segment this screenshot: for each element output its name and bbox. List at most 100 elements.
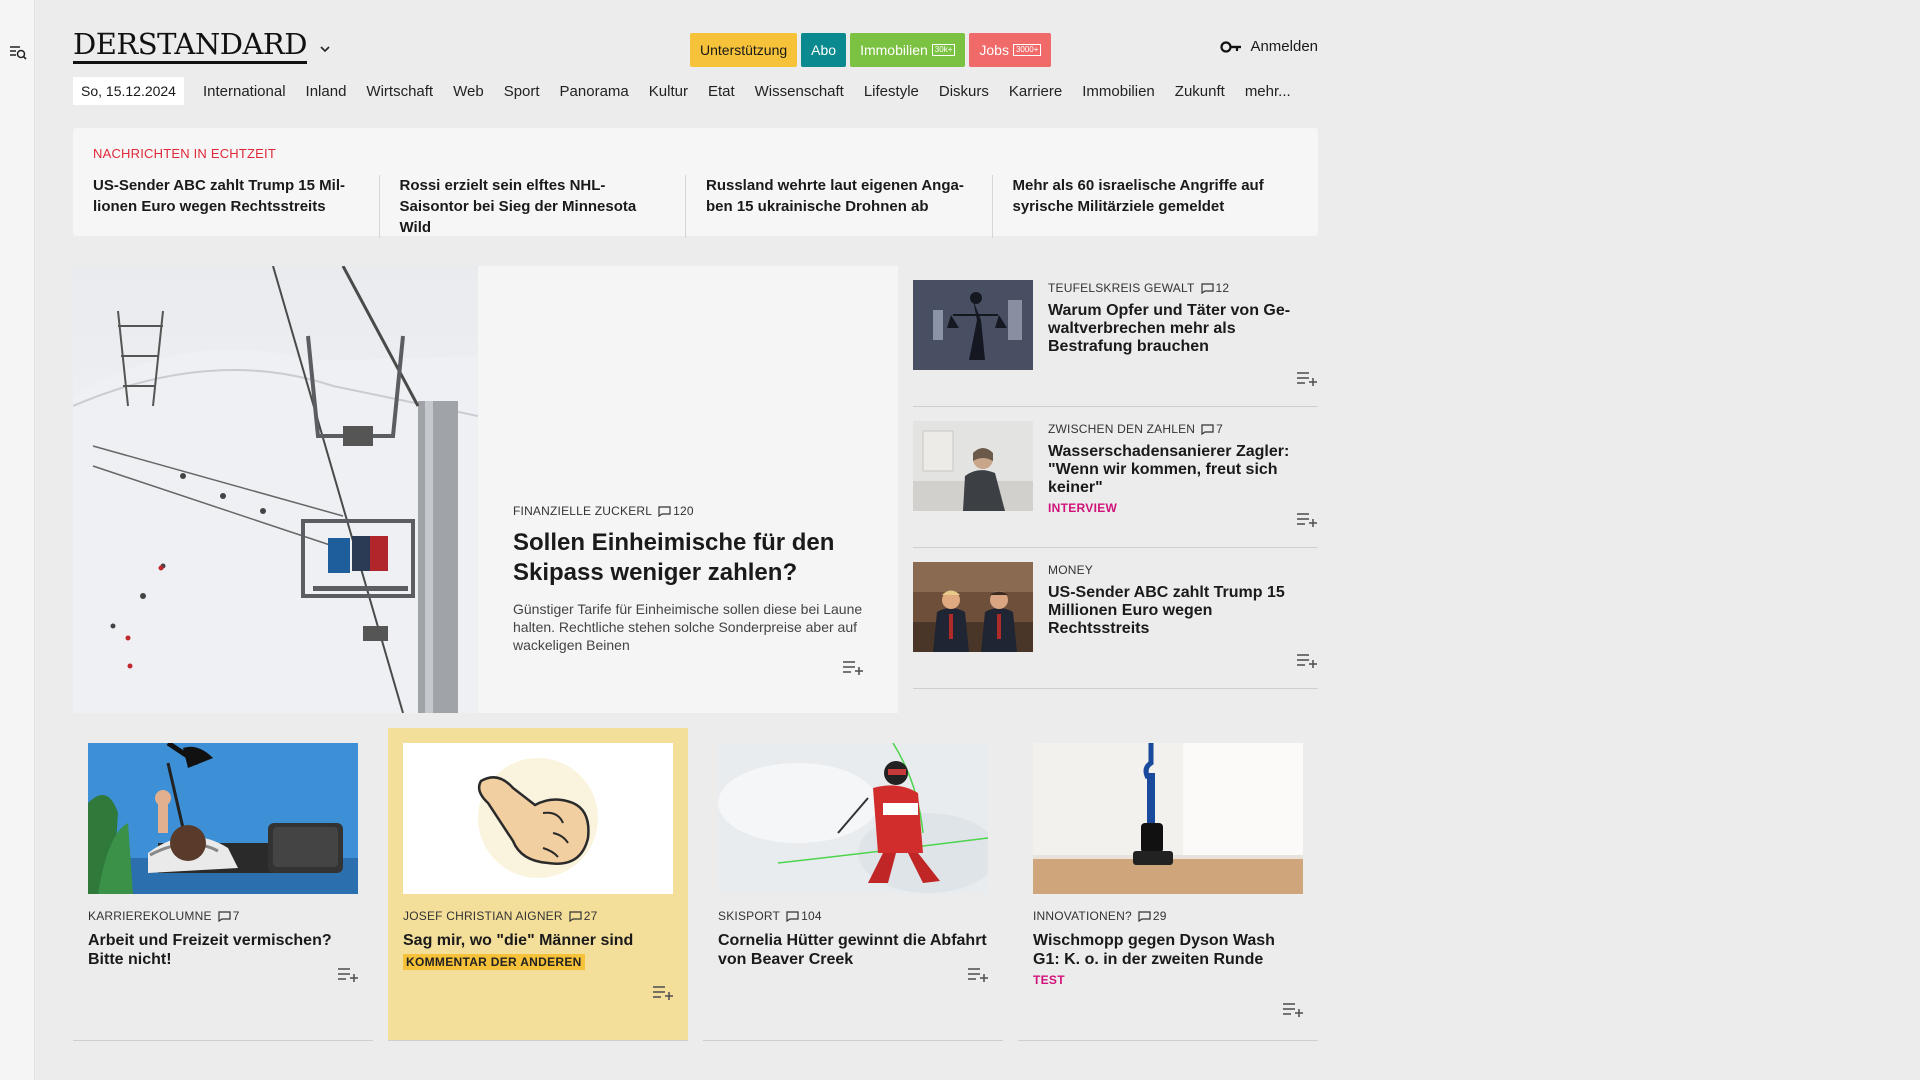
- side-article[interactable]: ZWISCHEN DEN ZAHLEN 7 Wasserschadensanie…: [913, 407, 1318, 548]
- nav-international[interactable]: International: [193, 83, 296, 100]
- interview-tag: INTERVIEW: [1048, 501, 1118, 515]
- comment-icon: [658, 505, 671, 517]
- pill-jobs[interactable]: Jobs 3000+: [969, 33, 1052, 67]
- card-text: KARRIEREKOLUMNE 7 Arbeit und Freizeit ve…: [88, 909, 358, 969]
- lead-image-ski-lift: [73, 266, 478, 713]
- nav-karriere[interactable]: Karriere: [999, 83, 1072, 100]
- chevron-down-icon[interactable]: [318, 42, 332, 56]
- comment-count[interactable]: 120: [658, 504, 694, 518]
- side-article[interactable]: MONEY US-Sender ABC zahlt Trump 15 Milli…: [913, 548, 1318, 689]
- comment-count[interactable]: 29: [1138, 909, 1167, 923]
- add-to-list-icon[interactable]: [1296, 511, 1318, 527]
- nav-kultur[interactable]: Kultur: [639, 83, 698, 100]
- thumb-trump-event: [913, 562, 1033, 652]
- card-text: INNOVATIONEN? 29 Wischmopp gegen Dyson W…: [1033, 909, 1303, 987]
- comment-count[interactable]: 27: [569, 909, 598, 923]
- live-news-box: NACHRICHTEN IN ECHTZEIT US-Sender ABC za…: [73, 128, 1318, 238]
- side-headline[interactable]: US-Sender ABC zahlt Trump 15 Millionen E…: [1048, 584, 1313, 638]
- comment-number: 29: [1152, 909, 1167, 923]
- card-kicker: SKISPORT 104: [718, 909, 988, 923]
- article-card[interactable]: INNOVATIONEN? 29 Wischmopp gegen Dyson W…: [1018, 728, 1318, 1041]
- add-to-list-icon[interactable]: [1296, 370, 1318, 386]
- card-image-tired-worker: [88, 743, 358, 894]
- pill-immobilien[interactable]: Immobilien 30k+: [850, 33, 966, 67]
- comment-count[interactable]: 7: [1201, 422, 1223, 436]
- comment-count[interactable]: 7: [218, 909, 240, 923]
- pill-abo[interactable]: Abo: [801, 33, 847, 67]
- kicker-label: INNOVATIONEN?: [1033, 909, 1132, 923]
- comment-count[interactable]: 12: [1200, 281, 1230, 295]
- side-article[interactable]: TEUFELSKREIS GEWALT 12 Warum Opfer und T…: [913, 266, 1318, 407]
- nav-immobilien[interactable]: Immobilien: [1072, 83, 1165, 100]
- nav-etat[interactable]: Etat: [698, 83, 745, 100]
- kicker-label: KARRIEREKOLUMNE: [88, 909, 212, 923]
- article-cards-row: KARRIEREKOLUMNE 7 Arbeit und Freizeit ve…: [73, 728, 1318, 1041]
- login-label: Anmelden: [1250, 38, 1318, 55]
- live-news-item[interactable]: Rossi erzielt sein elftes NHL-Saisontor …: [378, 175, 686, 238]
- side-headline[interactable]: Warum Opfer und Täter von Ge­waltverbrec…: [1048, 302, 1313, 356]
- lead-article[interactable]: FINANZIELLE ZUCKERL 120 Sollen Einheimis…: [73, 266, 898, 713]
- card-kicker: KARRIEREKOLUMNE 7: [88, 909, 358, 923]
- add-to-list-icon[interactable]: [1282, 1001, 1304, 1017]
- card-text: SKISPORT 104 Cornelia Hütter gewinnt die…: [718, 909, 988, 969]
- live-news-label: NACHRICHTEN IN ECHTZEIT: [93, 146, 276, 161]
- search-menu-icon[interactable]: [9, 43, 27, 61]
- nav-inland[interactable]: Inland: [296, 83, 357, 100]
- add-to-list-icon[interactable]: [1296, 652, 1318, 668]
- comment-number: 104: [801, 909, 822, 923]
- comment-number: 120: [673, 504, 694, 518]
- card-image-pointing-hand: [403, 743, 673, 894]
- key-icon: [1220, 40, 1242, 53]
- card-headline[interactable]: Sag mir, wo "die" Männer sind: [403, 931, 673, 950]
- nav-zukunft[interactable]: Zukunft: [1165, 83, 1235, 100]
- section-nav: So, 15.12.2024 International Inland Wirt…: [73, 76, 1318, 106]
- kicker-label: MONEY: [1048, 563, 1094, 577]
- kicker-label: ZWISCHEN DEN ZAHLEN: [1048, 422, 1196, 436]
- card-headline[interactable]: Cornelia Hütter gewinnt die Abfahrt von …: [718, 931, 988, 969]
- site-header: DERSTANDARD Unterstützung Abo Immobilien…: [73, 0, 1318, 76]
- comment-icon: [1138, 910, 1151, 922]
- live-news-item[interactable]: US-Sender ABC zahlt Trump 15 Mil­lionen …: [93, 175, 379, 238]
- comment-number: 7: [1216, 422, 1224, 436]
- lead-kicker: FINANZIELLE ZUCKERL 120: [513, 504, 873, 518]
- side-article-list: TEUFELSKREIS GEWALT 12 Warum Opfer und T…: [913, 266, 1318, 689]
- nav-wirtschaft[interactable]: Wirtschaft: [356, 83, 443, 100]
- card-headline[interactable]: Wischmopp gegen Dyson Wash G1: K. o. in …: [1033, 931, 1303, 969]
- nav-web[interactable]: Web: [443, 83, 494, 100]
- site-logo[interactable]: DERSTANDARD: [73, 28, 307, 64]
- nav-lifestyle[interactable]: Lifestyle: [854, 83, 929, 100]
- kicker-label: TEUFELSKREIS GEWALT: [1048, 281, 1195, 295]
- live-news-item[interactable]: Mehr als 60 israelische Angriffe auf syr…: [991, 175, 1299, 238]
- add-to-list-icon[interactable]: [337, 966, 359, 982]
- test-tag: TEST: [1033, 973, 1065, 987]
- article-card[interactable]: SKISPORT 104 Cornelia Hütter gewinnt die…: [703, 728, 1003, 1041]
- nav-panorama[interactable]: Panorama: [550, 83, 639, 100]
- lead-headline[interactable]: Sollen Einheimische für den Skipass weni…: [513, 528, 873, 588]
- pill-label: Immobilien: [860, 42, 928, 58]
- pill-label: Unterstützung: [700, 42, 788, 58]
- card-text: JOSEF CHRISTIAN AIGNER 27 Sag mir, wo "d…: [403, 909, 673, 970]
- comment-icon: [1200, 282, 1214, 294]
- add-to-list-icon[interactable]: [967, 966, 989, 982]
- live-news-item[interactable]: Russland wehrte laut eigenen Anga­ben 15…: [685, 175, 992, 238]
- opinion-tag: KOMMENTAR DER ANDEREN: [403, 954, 585, 970]
- comment-icon: [218, 910, 231, 922]
- login-button[interactable]: Anmelden: [1220, 38, 1318, 55]
- nav-more[interactable]: mehr...: [1235, 83, 1301, 100]
- add-to-list-icon[interactable]: [842, 659, 864, 675]
- nav-wissenschaft[interactable]: Wissenschaft: [745, 83, 854, 100]
- card-headline[interactable]: Arbeit und Freizeit vermischen? Bitte ni…: [88, 931, 358, 969]
- side-article-text: TEUFELSKREIS GEWALT 12 Warum Opfer und T…: [1048, 281, 1313, 356]
- pill-unterstuetzung[interactable]: Unterstützung: [690, 33, 798, 67]
- thumb-interview-portrait: [913, 421, 1033, 511]
- comment-count[interactable]: 104: [786, 909, 822, 923]
- side-headline[interactable]: Wasserschadensanierer Zagler: "Wenn wir …: [1048, 443, 1313, 497]
- comment-number: 12: [1215, 281, 1230, 295]
- nav-diskurs[interactable]: Diskurs: [929, 83, 999, 100]
- nav-sport[interactable]: Sport: [494, 83, 550, 100]
- current-date: So, 15.12.2024: [73, 77, 184, 105]
- article-card-highlighted[interactable]: JOSEF CHRISTIAN AIGNER 27 Sag mir, wo "d…: [388, 728, 688, 1041]
- article-card[interactable]: KARRIEREKOLUMNE 7 Arbeit und Freizeit ve…: [73, 728, 373, 1041]
- kicker-label: JOSEF CHRISTIAN AIGNER: [403, 909, 563, 923]
- add-to-list-icon[interactable]: [652, 984, 674, 1000]
